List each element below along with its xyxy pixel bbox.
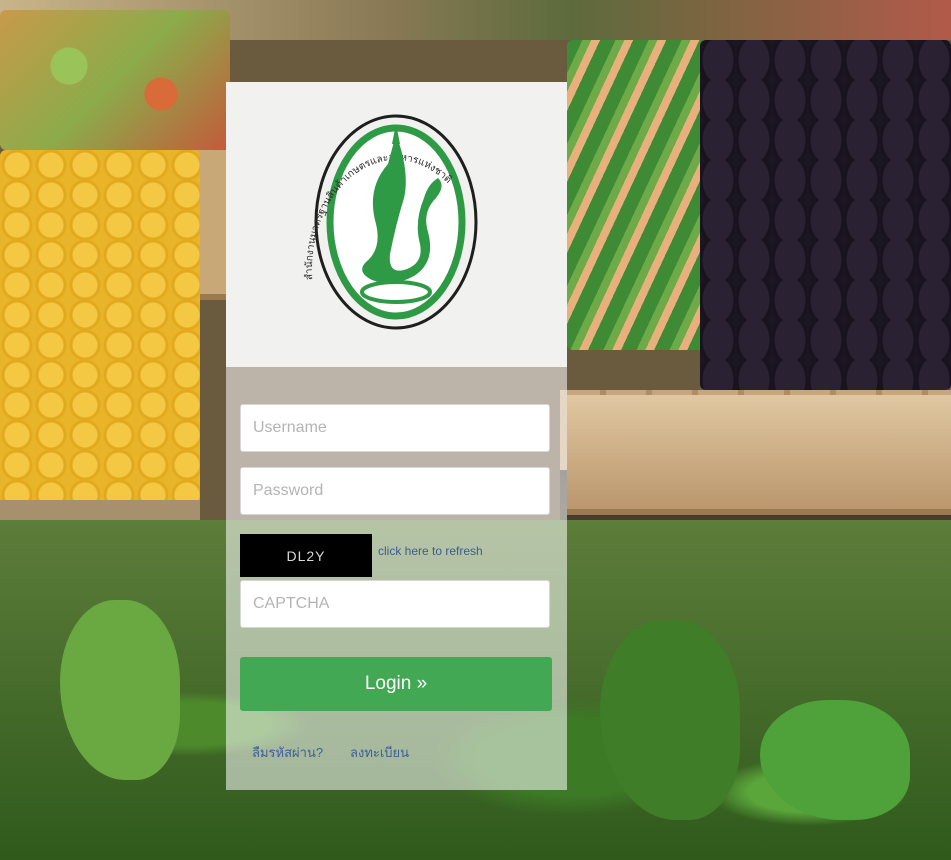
captcha-code: DL2Y <box>286 547 326 564</box>
register-link[interactable]: ลงทะเบียน <box>350 742 409 763</box>
login-panel: สำนักงานมาตรฐานสินค้าเกษตรและอาหารแห่งชา… <box>226 82 567 790</box>
login-button[interactable]: Login » <box>240 657 552 711</box>
forgot-password-link[interactable]: ลืมรหัสผ่าน? <box>252 742 323 763</box>
password-input[interactable] <box>240 467 550 515</box>
username-input[interactable] <box>240 404 550 452</box>
captcha-image: DL2Y <box>240 534 372 577</box>
captcha-input[interactable] <box>240 580 550 628</box>
agency-seal-logo: สำนักงานมาตรฐานสินค้าเกษตรและอาหารแห่งชา… <box>304 114 478 330</box>
captcha-refresh-link[interactable]: click here to refresh <box>378 544 483 558</box>
logo-area: สำนักงานมาตรฐานสินค้าเกษตรและอาหารแห่งชา… <box>226 82 567 367</box>
